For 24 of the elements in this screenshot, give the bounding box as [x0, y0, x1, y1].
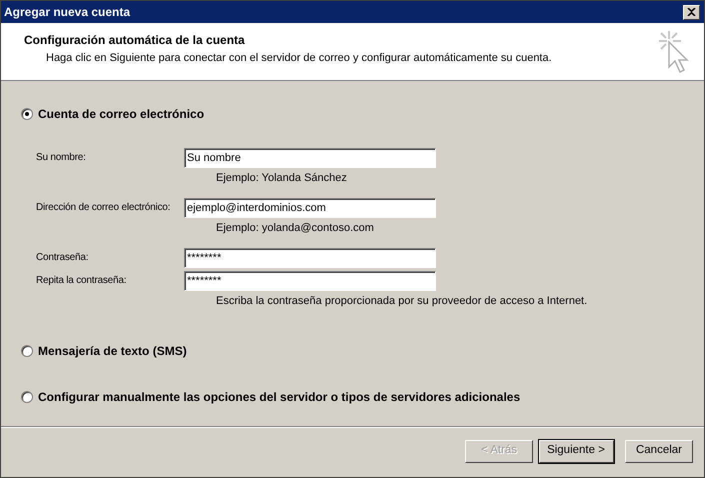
input-field[interactable]: ********: [184, 270, 436, 290]
header-title: Configuración automática de la cuenta: [24, 32, 246, 49]
input-field[interactable]: Su nombre: [184, 148, 436, 168]
radio-label[interactable]: Mensajería de texto (SMS): [38, 342, 187, 360]
hint-text: Escriba la contraseña proporcionada por su proveedor de acceso a Internet.: [216, 295, 588, 307]
field-label: Repita la contraseña:: [35, 274, 128, 288]
close-icon[interactable]: [683, 4, 700, 20]
field-label: Contraseña:: [35, 251, 90, 265]
header-description: Haga clic en Siguiente para conectar con el servidor de correo y configurar automáticamente su cuenta.: [45, 51, 552, 66]
window-title: Agregar nueva cuenta: [4, 4, 130, 21]
dialog-button[interactable]: Siguiente >: [538, 440, 614, 462]
hint-text: Ejemplo: Yolanda Sánchez: [216, 172, 347, 184]
cursor-sparkle-icon: [656, 29, 690, 75]
radio-button[interactable]: [21, 391, 33, 403]
input-field[interactable]: ejemplo@interdominios.com: [184, 198, 436, 218]
radio-label[interactable]: Configurar manualmente las opciones del servidor o tipos de servidores adicionales: [38, 388, 520, 406]
field-label: Dirección de correo electrónico:: [35, 201, 172, 215]
radio-label[interactable]: Cuenta de correo electrónico: [38, 105, 204, 123]
dialog-button[interactable]: Cancelar: [625, 440, 693, 462]
field-label: Su nombre:: [35, 151, 87, 165]
radio-button[interactable]: [21, 345, 33, 357]
input-field[interactable]: ********: [184, 248, 436, 268]
hint-text: Ejemplo: yolanda@contoso.com: [216, 222, 374, 234]
radio-button[interactable]: [21, 108, 33, 120]
